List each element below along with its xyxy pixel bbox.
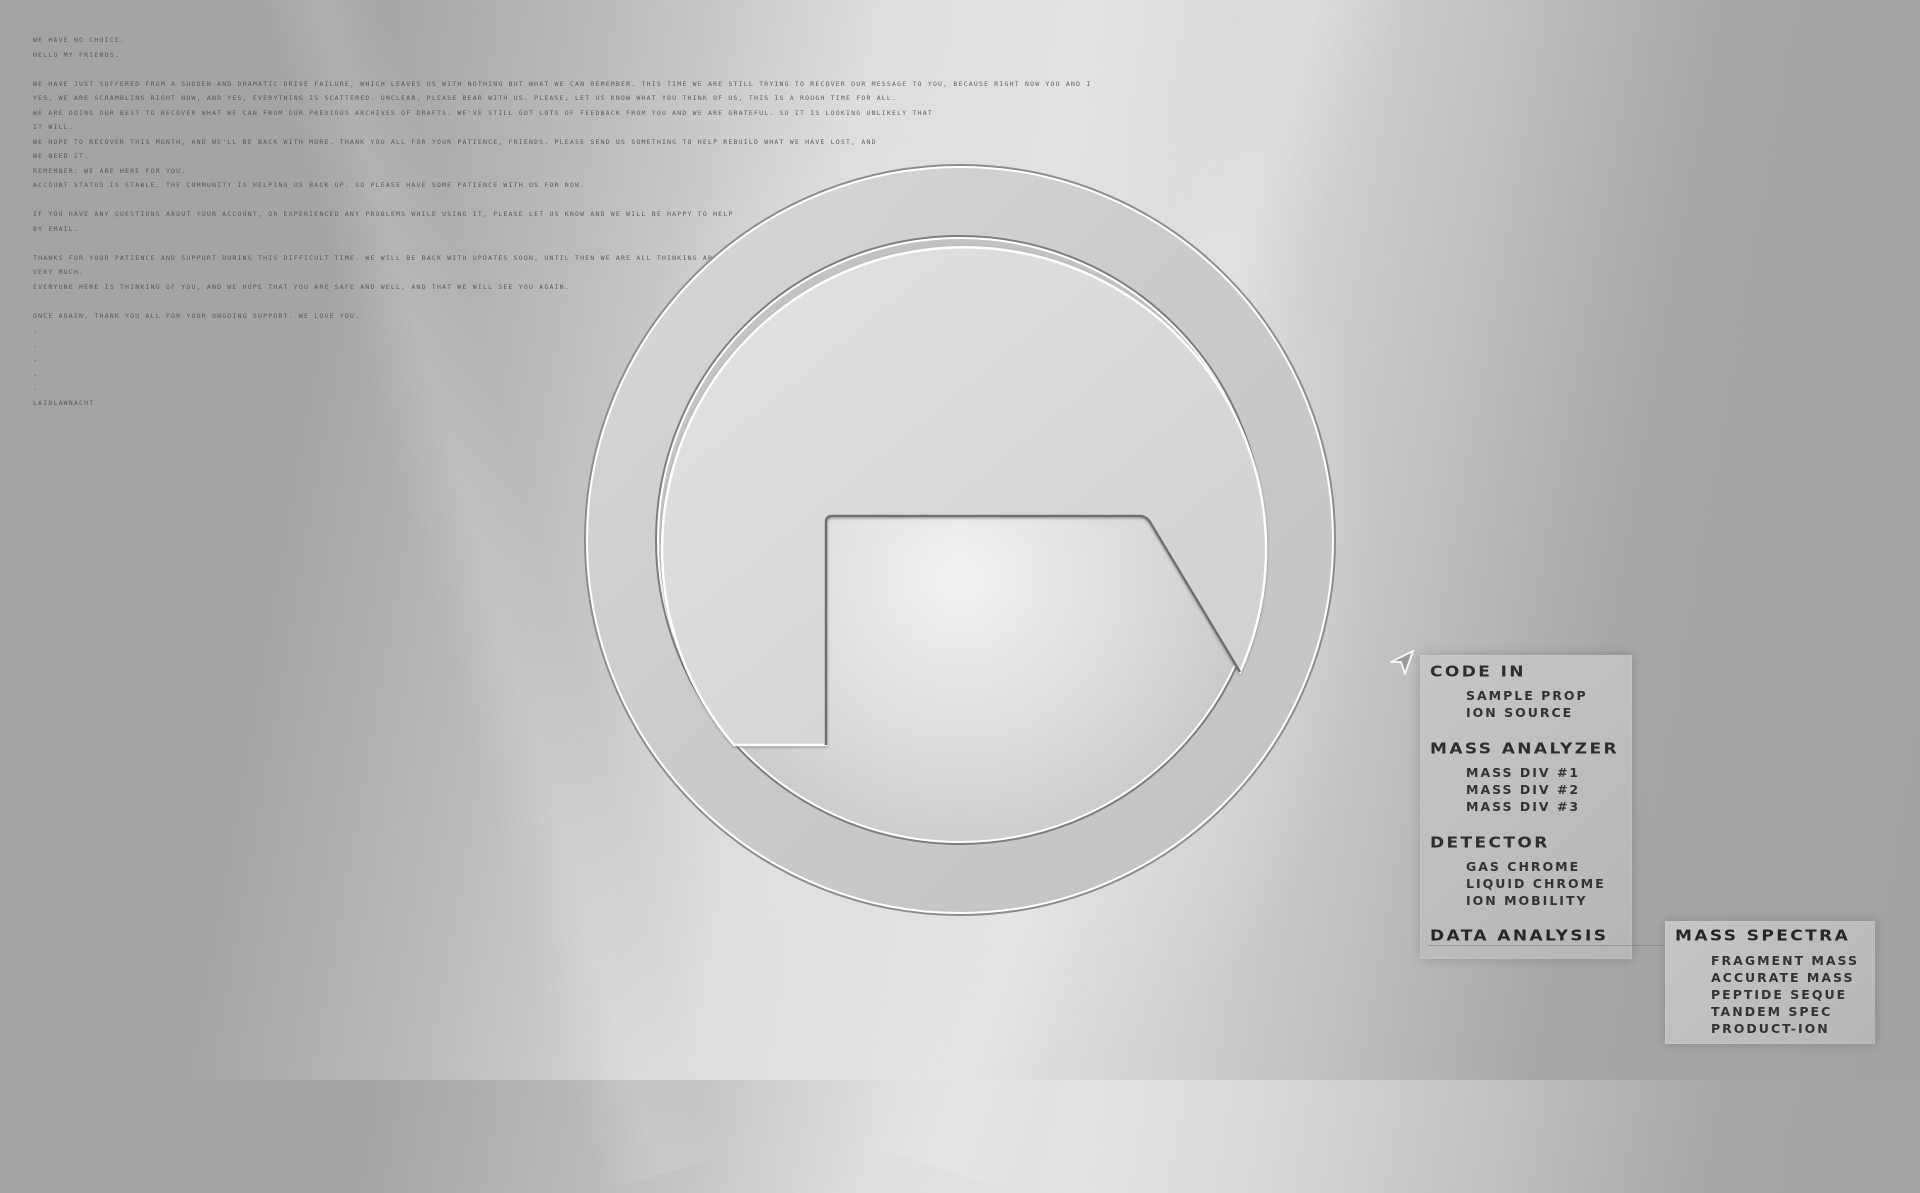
menu-category-code-in[interactable]: CODE IN bbox=[1430, 663, 1526, 681]
letter-line: it will. bbox=[33, 123, 74, 131]
menu-item-sample-prop[interactable]: SAMPLE PROP bbox=[1466, 688, 1588, 703]
menu-category-data-analysis[interactable]: DATA ANALYSIS bbox=[1430, 927, 1608, 945]
cursor-arrow-icon bbox=[1390, 650, 1414, 675]
letter-line: We are doing our best to recover what we… bbox=[33, 108, 933, 117]
menu-item-ion-mobility[interactable]: ION MOBILITY bbox=[1466, 893, 1588, 908]
submenu-item-fragment-mass[interactable]: FRAGMENT MASS bbox=[1711, 953, 1859, 968]
submenu-connector-line bbox=[1428, 945, 1665, 946]
letter-line: We have no choice. bbox=[33, 36, 126, 44]
submenu-item-tandem-spec[interactable]: TANDEM SPEC bbox=[1711, 1004, 1832, 1019]
submenu-item-accurate-mass[interactable]: ACCURATE MASS bbox=[1711, 970, 1854, 985]
letter-line bbox=[33, 62, 1093, 77]
menu-item-mass-div-3[interactable]: MASS DIV #3 bbox=[1466, 799, 1580, 814]
menu-item-ion-source[interactable]: ION SOURCE bbox=[1466, 705, 1573, 720]
submenu-title-mass-spectra[interactable]: MASS SPECTRA bbox=[1675, 927, 1850, 945]
letter-line: Hello my friends. bbox=[33, 50, 120, 59]
submenu-item-product-ion[interactable]: PRODUCT-ION bbox=[1711, 1021, 1830, 1036]
menu-category-mass-analyzer[interactable]: MASS ANALYZER bbox=[1430, 740, 1619, 758]
lambda-circle-logo bbox=[584, 164, 1336, 916]
menu-item-gas-chrome[interactable]: GAS CHROME bbox=[1466, 859, 1580, 874]
letter-line: We hope to recover this month, and we'll… bbox=[33, 137, 877, 146]
letter-line: Yes, we are scrambling right now, and ye… bbox=[33, 94, 898, 102]
main-menu-panel: CODE IN SAMPLE PROP ION SOURCE MASS ANAL… bbox=[1420, 655, 1632, 959]
submenu-item-peptide-seque[interactable]: PEPTIDE SEQUE bbox=[1711, 987, 1847, 1002]
menu-item-mass-div-2[interactable]: MASS DIV #2 bbox=[1466, 782, 1580, 797]
submenu-panel-mass-spectra: MASS SPECTRA FRAGMENT MASS ACCURATE MASS… bbox=[1665, 921, 1875, 1044]
menu-category-detector[interactable]: DETECTOR bbox=[1430, 834, 1550, 852]
menu-item-mass-div-1[interactable]: MASS DIV #1 bbox=[1466, 765, 1580, 780]
menu-item-liquid-chrome[interactable]: LIQUID CHROME bbox=[1466, 876, 1606, 891]
letter-line: We have just suffered from a sudden and … bbox=[33, 79, 1093, 88]
